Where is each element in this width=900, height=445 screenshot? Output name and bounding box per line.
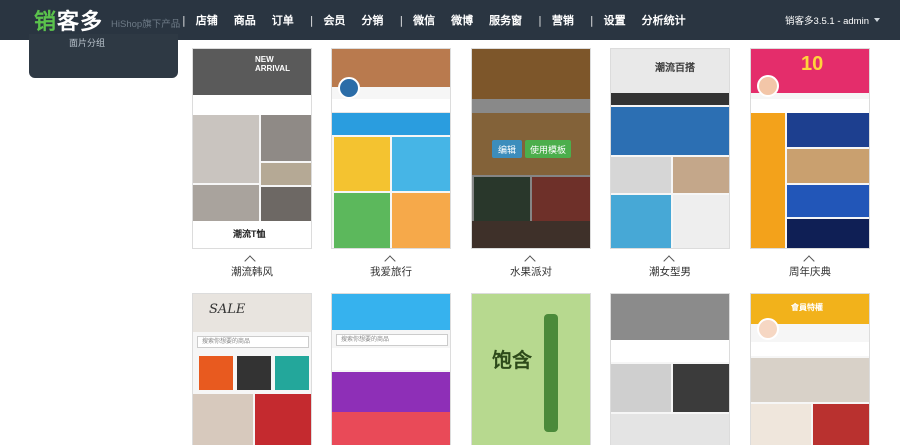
card-photo [673,195,729,248]
card-banner-text: 潮流百搭 [655,63,695,74]
brand-tagline: HiShop旗下产品 [111,19,181,30]
card-promo [332,113,450,135]
nav-item-marketing[interactable]: 营销 [552,12,574,28]
card-promo [332,372,450,412]
card-photo [787,149,869,183]
card-tile [392,137,450,191]
card-photo [261,187,311,221]
card-photo [193,394,253,445]
card-photo [611,364,671,412]
card-photo [611,157,671,193]
card-photo [193,185,259,221]
card-tile [392,193,450,248]
card-tile [334,137,390,191]
card-photo [261,115,311,161]
nav-item-weibo[interactable]: 微博 [451,12,473,28]
template-card-green-beauty[interactable]: 饱含 [471,293,591,445]
account-label: 销客多3.5.1 - admin [785,16,869,27]
template-name: 我爱旅行 [370,266,412,278]
card-photo [611,107,729,155]
avatar [757,318,779,340]
main-nav: | 店铺 商品 订单 | 会员 分销 | 微信 微博 服务窗 | 营销 | 设置… [182,0,702,40]
card-photo [199,356,233,390]
card-banner-text: NEW ARRIVAL [255,55,290,73]
card-photo [787,185,869,217]
nav-item-members[interactable]: 会员 [323,12,345,28]
card-strip [193,95,311,115]
card-headline: 潮流T恤 [233,229,266,239]
card-tile [334,193,390,248]
card-banner-text: 會員特權 [791,303,823,312]
avatar [338,77,360,99]
brand-name: 销客多 [34,10,104,35]
card-icons [332,348,450,370]
card-photo [261,163,311,185]
nav-item-settings[interactable]: 设置 [604,12,626,28]
template-name: 周年庆典 [789,266,831,278]
template-card-blue-fresh[interactable]: 搜索你想要的商品 [331,293,451,445]
card-photo [193,115,259,183]
card-photo [813,404,869,445]
card-search: 搜索你想要的商品 [336,334,448,346]
nav-separator: | [399,13,404,27]
card-search: 搜索你想要的商品 [197,336,309,348]
nav-separator: | [309,13,314,27]
card-photo [787,219,869,248]
card-tabs [611,93,729,105]
brand-logo[interactable]: 销客多 HiShop旗下产品 [34,6,181,35]
template-card-travel[interactable] [331,48,451,249]
nav-item-store[interactable]: 店铺 [196,12,218,28]
template-card-anniversary[interactable]: 10 [750,48,870,249]
nav-item-wechat[interactable]: 微信 [413,12,435,28]
nav-separator: | [182,13,186,27]
template-name: 水果派对 [510,266,552,278]
card-photo [751,404,811,445]
template-card-member-privilege[interactable]: 會員特權 [750,293,870,445]
card-photo [787,113,869,147]
template-name: 潮女型男 [649,266,691,278]
use-template-button[interactable]: 使用模板 [525,140,571,158]
card-product [544,314,558,432]
card-banner [611,294,729,340]
card-side [751,113,785,248]
card-icons [611,340,729,362]
nav-item-service-window[interactable]: 服务窗 [489,12,522,28]
nav-item-analytics[interactable]: 分析统计 [642,12,686,28]
card-photo [275,356,309,390]
card-stats [751,342,869,356]
card-photo [611,195,671,248]
card-banner [332,294,450,330]
avatar [757,75,779,97]
card-stats [332,99,450,113]
nav-separator: | [589,13,594,27]
sidebar-item-label[interactable]: 面片分组 [69,36,105,49]
template-card-korean-trend[interactable]: NEW ARRIVAL 潮流T恤 [192,48,312,249]
template-card-trendy-couple[interactable]: 潮流百搭 [610,48,730,249]
nav-item-orders[interactable]: 订单 [272,12,294,28]
edit-button[interactable]: 编辑 [492,140,522,158]
card-stats [751,99,869,113]
card-photo [673,364,729,412]
card-photo [237,356,271,390]
template-card-home[interactable] [610,293,730,445]
card-promo [332,412,450,445]
sidebar-panel: 面片分组 [29,34,178,78]
card-photo [255,394,311,445]
nav-item-distribution[interactable]: 分销 [361,12,383,28]
card-photo [751,358,869,402]
template-card-fruit-party[interactable]: 编辑 使用模板 [471,48,591,249]
card-banner-text: SALE [209,302,246,317]
account-menu[interactable]: 销客多3.5.1 - admin [785,0,880,40]
template-name: 潮流韩风 [231,266,273,278]
card-banner-text: 饱含 [492,350,532,372]
nav-separator: | [538,13,542,27]
caret-down-icon [874,18,880,22]
card-photo [673,157,729,193]
card-banner-text: 10 [801,53,824,75]
template-card-sale[interactable]: SALE 搜索你想要的商品 [192,293,312,445]
card-photo [611,414,729,445]
nav-item-products[interactable]: 商品 [234,12,256,28]
